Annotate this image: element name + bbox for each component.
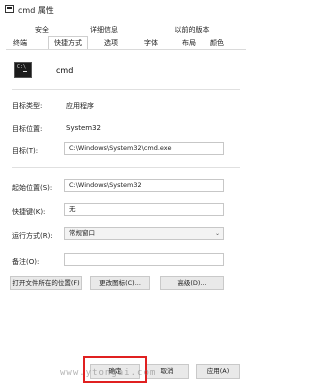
watermark: www.ytongai.com: [60, 368, 157, 378]
tab-font[interactable]: 字体: [140, 38, 162, 49]
tab-colors[interactable]: 颜色: [206, 38, 228, 49]
divider: [12, 167, 240, 168]
tab-details[interactable]: 详细信息: [86, 25, 122, 36]
tab-shortcut[interactable]: 快捷方式: [48, 36, 88, 49]
console-icon: C:\: [14, 62, 32, 78]
comment-label: 备注(O):: [12, 258, 40, 266]
tab-previous-versions[interactable]: 以前的版本: [170, 25, 214, 36]
divider: [12, 89, 240, 90]
target-label: 目标(T):: [12, 147, 39, 155]
window-title: cmd 属性: [18, 6, 54, 15]
apply-button[interactable]: 应用(A): [196, 364, 240, 379]
tab-security[interactable]: 安全: [32, 25, 52, 36]
title-bar: cmd 属性: [0, 0, 252, 20]
tab-options[interactable]: 选项: [100, 38, 122, 49]
cmd-app-icon: [5, 5, 14, 13]
shortcut-panel: [6, 50, 246, 350]
tab-terminal[interactable]: 终端: [8, 38, 32, 49]
start-in-label: 起始位置(S):: [12, 184, 53, 192]
target-location-label: 目标位置:: [12, 125, 43, 133]
comment-input[interactable]: [64, 253, 224, 266]
change-icon-button[interactable]: 更改图标(C)...: [90, 276, 150, 290]
chevron-down-icon: ⌄: [214, 230, 220, 237]
shortcut-name: cmd: [56, 66, 74, 75]
target-location-value: System32: [66, 124, 102, 132]
run-select[interactable]: 常规窗口 ⌄: [64, 227, 224, 240]
tab-layout[interactable]: 布局: [178, 38, 200, 49]
run-select-value: 常规窗口: [69, 229, 95, 237]
tab-bar: 安全 详细信息 以前的版本 快捷方式 选项 字体 布局 颜色 终端: [0, 22, 252, 50]
run-label: 运行方式(R):: [12, 232, 53, 240]
target-input[interactable]: C:\Windows\System32\cmd.exe: [64, 142, 224, 155]
shortcut-key-label: 快捷键(K):: [12, 208, 46, 216]
shortcut-key-input[interactable]: 无: [64, 203, 224, 216]
start-in-input[interactable]: C:\Windows\System32: [64, 179, 224, 192]
open-file-location-button[interactable]: 打开文件所在的位置(F): [10, 276, 82, 290]
target-type-label: 目标类型:: [12, 102, 43, 110]
advanced-button[interactable]: 高级(D)...: [160, 276, 224, 290]
target-type-value: 应用程序: [66, 102, 94, 110]
